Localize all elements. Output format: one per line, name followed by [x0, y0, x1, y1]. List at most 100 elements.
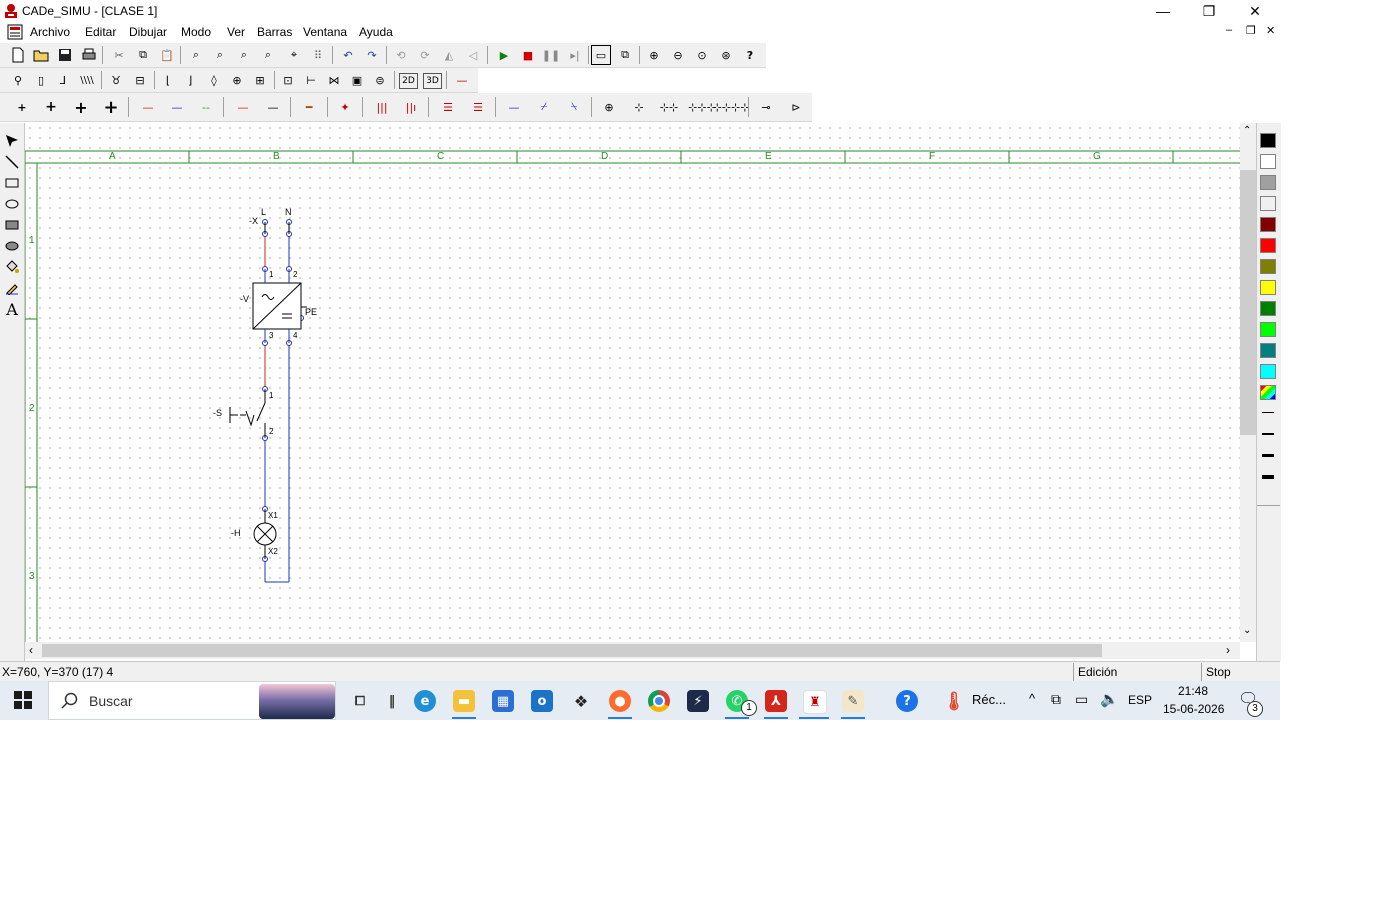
- search-zoom-icon[interactable]: ⌕: [258, 45, 278, 65]
- line-width-3[interactable]: [1262, 454, 1274, 457]
- weather-text[interactable]: Réc...: [972, 692, 1006, 707]
- dropbox-icon[interactable]: ❖: [570, 690, 592, 712]
- select-arrow-icon[interactable]: [2, 131, 22, 151]
- terminal-strip-5-icon[interactable]: ⊹⊹⊹⊹: [713, 97, 750, 117]
- edge-icon[interactable]: e: [414, 690, 436, 712]
- cut-icon[interactable]: ✂: [109, 45, 129, 65]
- connector-1-icon[interactable]: ⊸: [756, 97, 776, 117]
- windows-start-icon[interactable]: [13, 690, 33, 710]
- line-width-1[interactable]: [1262, 412, 1274, 413]
- grid-icon[interactable]: ⠿: [308, 45, 328, 65]
- switch-nc-icon[interactable]: ⌋: [180, 70, 200, 90]
- outlook-icon[interactable]: o: [531, 690, 553, 712]
- color-multicolor[interactable]: [1260, 385, 1276, 400]
- text-tool-icon[interactable]: A: [2, 299, 22, 319]
- task-view-icon[interactable]: ⧠: [349, 690, 371, 712]
- line-width-4[interactable]: [1262, 475, 1274, 479]
- three-pole-breaker-icon[interactable]: \\\\: [77, 70, 97, 90]
- drawing-canvas[interactable]: A B C D E F G 1 2 3 -X L N -V 1 2 3 4 PE…: [25, 123, 1240, 642]
- junction-1-icon[interactable]: +: [12, 97, 32, 117]
- language-indicator[interactable]: ESP: [1128, 693, 1152, 707]
- mdi-minimize-button[interactable]: –: [1226, 24, 1232, 36]
- bus-h4-icon[interactable]: ☰: [468, 97, 488, 117]
- mirror-h-icon[interactable]: ◭: [439, 45, 459, 65]
- volume-icon[interactable]: 🔈: [1100, 690, 1119, 708]
- chevron-up-icon[interactable]: ^: [1029, 691, 1035, 706]
- filled-rectangle-tool-icon[interactable]: [2, 215, 22, 235]
- color-olive[interactable]: [1260, 259, 1276, 274]
- mirror-v-icon[interactable]: ◁: [463, 45, 483, 65]
- goto-icon[interactable]: ⌖: [284, 45, 304, 65]
- menu-ventana[interactable]: Ventana: [303, 25, 347, 39]
- color-cyan[interactable]: [1260, 364, 1276, 379]
- battery-icon[interactable]: ▭: [1075, 691, 1088, 708]
- conductor-3-icon[interactable]: ⍀: [564, 97, 584, 117]
- relay-icon[interactable]: ⊟: [130, 70, 150, 90]
- wire-black-icon[interactable]: —: [263, 97, 283, 117]
- transformer-icon[interactable]: ⊡: [278, 70, 298, 90]
- scroll-down-icon[interactable]: ⌄: [1243, 625, 1251, 636]
- mdi-close-button[interactable]: ✕: [1266, 24, 1275, 37]
- horizontal-scroll-thumb[interactable]: [42, 644, 1102, 657]
- color-green[interactable]: [1260, 301, 1276, 316]
- menu-ayuda[interactable]: Ayuda: [359, 25, 393, 39]
- maximize-button[interactable]: ❐: [1186, 0, 1232, 22]
- color-black[interactable]: [1260, 133, 1276, 148]
- wire-blue-icon[interactable]: —: [167, 97, 187, 117]
- window-zoom-icon[interactable]: ⧉: [615, 45, 635, 65]
- pause-icon[interactable]: ❚❚: [541, 45, 561, 65]
- new-file-icon[interactable]: [8, 45, 28, 65]
- color-lime[interactable]: [1260, 322, 1276, 337]
- clock-time[interactable]: 21:48: [1178, 684, 1208, 698]
- color-yellow[interactable]: [1260, 280, 1276, 295]
- widgets-icon[interactable]: ‖: [381, 690, 403, 712]
- replace-icon[interactable]: ⌕: [234, 45, 254, 65]
- rotate-left-icon[interactable]: ⟲: [391, 45, 411, 65]
- help-icon[interactable]: ?: [740, 45, 760, 65]
- play-icon[interactable]: ▶: [494, 45, 514, 65]
- step-icon[interactable]: ▸|: [565, 45, 585, 65]
- scroll-right-icon[interactable]: ›: [1226, 643, 1230, 657]
- clock-date[interactable]: 15-06-2026: [1163, 702, 1224, 716]
- sensor-icon[interactable]: ⊜: [370, 70, 390, 90]
- terminal-icon[interactable]: ⚡: [687, 690, 709, 712]
- scroll-left-icon[interactable]: ‹: [29, 643, 33, 657]
- print-icon[interactable]: [79, 45, 99, 65]
- wire-red-icon[interactable]: —: [138, 97, 158, 117]
- color-red[interactable]: [1260, 238, 1276, 253]
- mdi-restore-button[interactable]: ❐: [1246, 24, 1256, 37]
- coil-icon[interactable]: ◊: [204, 70, 224, 90]
- ellipse-tool-icon[interactable]: [2, 194, 22, 214]
- valve-icon[interactable]: ⋈: [324, 70, 344, 90]
- redo-icon[interactable]: ↷: [362, 45, 382, 65]
- junction-4-icon[interactable]: +: [101, 97, 121, 118]
- taskbar-search[interactable]: Buscar: [48, 681, 336, 720]
- conductor-1-icon[interactable]: —: [504, 97, 524, 117]
- menu-archivo[interactable]: Archivo: [30, 25, 70, 39]
- fuse-icon[interactable]: ▯: [31, 70, 51, 90]
- wire-thick-icon[interactable]: ━: [299, 97, 319, 117]
- acrobat-icon[interactable]: ⅄: [765, 690, 787, 712]
- file-explorer-icon[interactable]: ▬: [453, 690, 475, 712]
- bus-4-icon[interactable]: ||ı: [401, 97, 421, 117]
- filled-ellipse-tool-icon[interactable]: [2, 236, 22, 256]
- find-icon[interactable]: ⌕: [186, 45, 206, 65]
- scroll-up-icon[interactable]: ⌃: [1243, 125, 1251, 136]
- 3d-label-icon[interactable]: 3D: [423, 73, 442, 89]
- color-dark-red[interactable]: [1260, 217, 1276, 232]
- firefox-icon[interactable]: ●: [609, 690, 631, 712]
- wire-red2-icon[interactable]: —: [233, 97, 253, 117]
- rotate-right-icon[interactable]: ⟳: [415, 45, 435, 65]
- close-button[interactable]: ✕: [1232, 0, 1278, 22]
- breaker-icon[interactable]: ⅃: [53, 70, 73, 90]
- zoom-window-icon[interactable]: ⊛: [716, 45, 736, 65]
- connector-2-icon[interactable]: ⊳: [786, 97, 806, 117]
- node-icon[interactable]: ✦: [335, 97, 355, 117]
- weather-icon[interactable]: 🌡: [943, 690, 966, 712]
- color-teal[interactable]: [1260, 343, 1276, 358]
- zoom-fit-icon[interactable]: ⊙: [692, 45, 712, 65]
- fill-bucket-icon[interactable]: [2, 257, 22, 277]
- contactor-icon[interactable]: ▣: [347, 70, 367, 90]
- junction-2-icon[interactable]: +: [41, 97, 61, 117]
- pump-icon[interactable]: ⊞: [250, 70, 270, 90]
